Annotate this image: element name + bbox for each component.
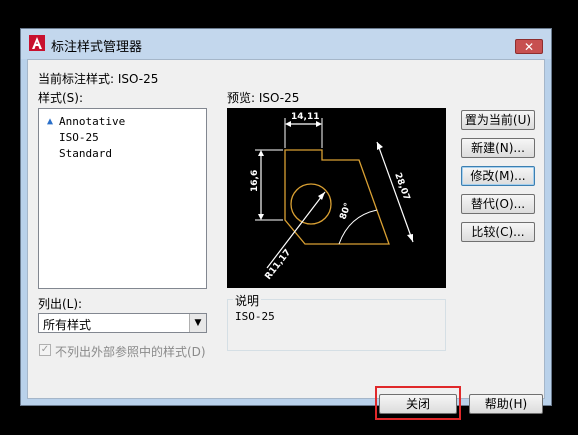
list-filter-label: 列出(L): — [38, 297, 83, 311]
compare-button[interactable]: 比较(C)... — [461, 222, 535, 242]
dim-diag-text: 28,07 — [392, 172, 411, 202]
dimension-preview: 14,11 16,6 28,07 80° R11,17 — [227, 108, 446, 288]
list-filter-select[interactable]: 所有样式 ▼ — [38, 313, 207, 333]
current-style-label: 当前标注样式: ISO-25 — [38, 72, 159, 86]
dim-angle-text: 80° — [338, 202, 353, 221]
preview-circle — [290, 183, 332, 225]
title-bar[interactable]: 标注样式管理器 ✕ — [21, 29, 551, 59]
dim-left-text: 16,6 — [250, 170, 260, 192]
new-button[interactable]: 新建(N)... — [461, 138, 535, 158]
dim-top-text: 14,11 — [291, 112, 319, 122]
close-window-button[interactable]: ✕ — [515, 39, 543, 54]
dialog-body: 当前标注样式: ISO-25 样式(S): ▲ Annotative ISO-2… — [27, 59, 545, 420]
annotative-triangle-icon: ▲ — [46, 115, 54, 127]
exclude-xref-label: 不列出外部参照中的样式(D) — [55, 345, 206, 359]
styles-list[interactable]: ▲ Annotative ISO-25 Standard — [38, 108, 207, 289]
help-button[interactable]: 帮助(H) — [469, 394, 543, 414]
description-text: ISO-25 — [235, 310, 275, 323]
modify-button[interactable]: 修改(M)... — [461, 166, 535, 186]
exclude-xref-checkbox[interactable]: ✓ — [39, 344, 51, 356]
set-current-button[interactable]: 置为当前(U) — [461, 110, 535, 130]
description-label: 说明 — [233, 292, 262, 309]
close-button-highlight — [375, 386, 461, 420]
window-title: 标注样式管理器 — [51, 40, 143, 55]
list-item[interactable]: ▲ Annotative — [43, 113, 206, 129]
preview-shape — [284, 149, 390, 245]
styles-label: 样式(S): — [38, 91, 84, 105]
list-item[interactable]: ISO-25 — [43, 129, 206, 145]
autocad-logo-icon — [29, 35, 45, 51]
preview-label: 预览: ISO-25 — [227, 91, 300, 105]
list-item[interactable]: Standard — [43, 145, 206, 161]
chevron-down-icon[interactable]: ▼ — [189, 314, 206, 332]
preview-drawing: 14,11 16,6 28,07 80° R11,17 — [250, 112, 414, 282]
list-filter-value: 所有样式 — [43, 318, 92, 332]
override-button[interactable]: 替代(O)... — [461, 194, 535, 214]
dimension-style-manager-dialog: 标注样式管理器 ✕ 当前标注样式: ISO-25 样式(S): ▲ Annota… — [20, 28, 552, 420]
